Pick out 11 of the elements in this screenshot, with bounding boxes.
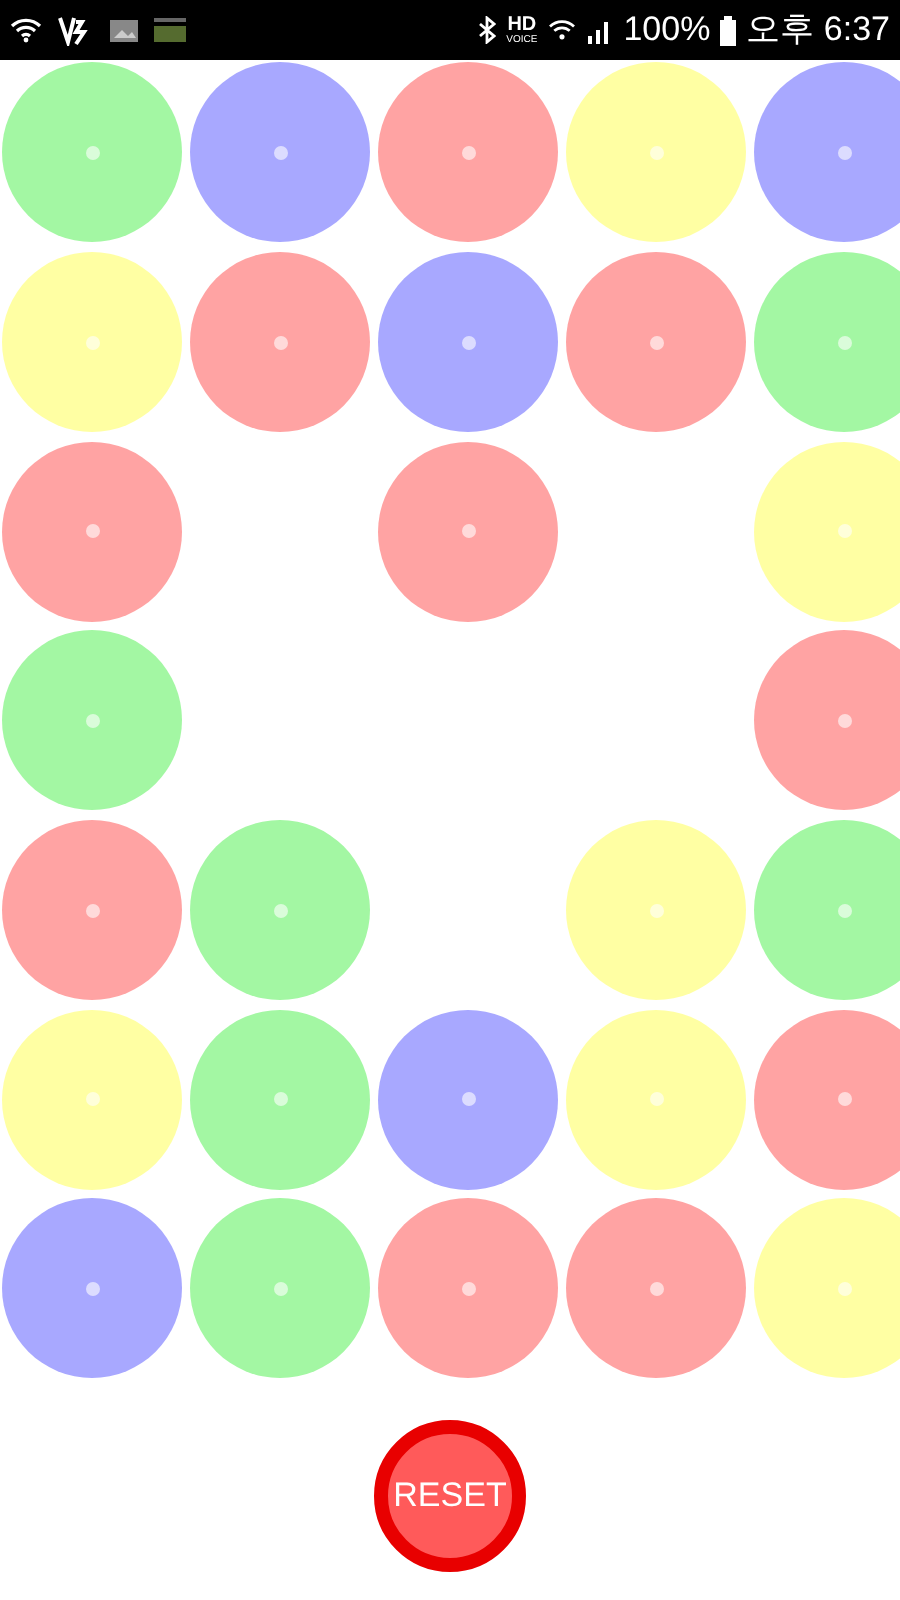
reset-button[interactable]: RESET <box>374 1419 526 1572</box>
image-icon <box>110 19 138 41</box>
wifi-icon <box>547 18 576 42</box>
wifi-icon <box>10 16 42 44</box>
hd-label: HD <box>507 15 537 35</box>
battery-icon <box>720 15 737 45</box>
clock: 오후 6:37 <box>746 8 890 53</box>
data-icon <box>154 18 186 42</box>
bluetooth-icon <box>478 16 497 44</box>
battery-percent: 100% <box>623 8 711 53</box>
signal-icon <box>585 16 614 44</box>
